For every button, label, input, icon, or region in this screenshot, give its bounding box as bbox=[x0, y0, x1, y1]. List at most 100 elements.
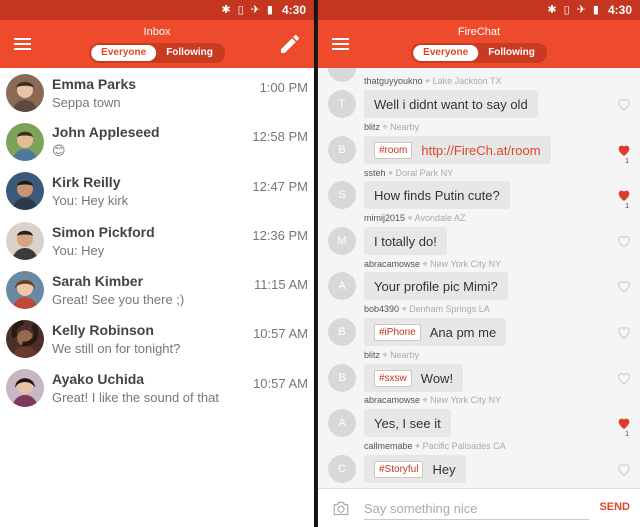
heart-outline-icon[interactable] bbox=[616, 278, 632, 294]
user-location: Nearby bbox=[390, 350, 420, 360]
message-text: I totally do! bbox=[374, 233, 437, 249]
tab-everyone[interactable]: Everyone bbox=[413, 45, 479, 61]
chat-feed: thatguyyoukno ⌖ Lake Jackson TX T Well i… bbox=[318, 68, 640, 488]
location-pin-icon: ⌖ bbox=[422, 395, 428, 405]
message-bubble[interactable]: Your profile pic Mimi? bbox=[364, 272, 508, 300]
conversation-row[interactable]: Kirk Reilly You: Hey kirk 12:47 PM bbox=[0, 167, 314, 216]
message-text: Hey bbox=[432, 461, 456, 477]
conversation-row[interactable]: Simon Pickford You: Hey 12:36 PM bbox=[0, 216, 314, 265]
message-bubble[interactable]: #sxsw Wow! bbox=[364, 364, 464, 392]
avatar bbox=[6, 73, 44, 112]
message-bubble[interactable]: Yes, I see it bbox=[364, 409, 451, 437]
battery-icon: ▮ bbox=[592, 3, 599, 16]
contact-name: Kelly Robinson bbox=[52, 322, 154, 339]
location-pin-icon: ⌖ bbox=[425, 76, 431, 86]
message-preview: 😊 bbox=[52, 143, 66, 159]
message-text: Wow! bbox=[420, 370, 454, 386]
hashtag[interactable]: #iPhone bbox=[374, 323, 421, 341]
send-button[interactable]: SEND bbox=[599, 501, 630, 513]
contact-name: Ayako Uchida bbox=[52, 371, 145, 388]
user-location: Doral Park NY bbox=[395, 168, 454, 178]
location-pin-icon: ⌖ bbox=[407, 213, 413, 223]
hashtag[interactable]: #sxsw bbox=[374, 369, 412, 387]
location-pin-icon: ⌖ bbox=[401, 304, 407, 314]
hashtag[interactable]: #room bbox=[374, 141, 413, 159]
user-location: Lake Jackson TX bbox=[432, 76, 502, 86]
conversation-list: Emma Parks Seppa town 1:00 PM John Apple… bbox=[0, 68, 314, 413]
camera-icon[interactable] bbox=[332, 501, 350, 516]
inbox-app-bar: Inbox Everyone Following bbox=[0, 20, 314, 68]
heart-outline-icon[interactable] bbox=[616, 96, 632, 112]
user-avatar: A bbox=[328, 409, 356, 437]
avatar bbox=[6, 221, 44, 260]
heart-outline-icon[interactable] bbox=[616, 233, 632, 249]
username: abracamowse bbox=[364, 395, 421, 405]
airplane-icon: ✈ bbox=[576, 3, 586, 16]
location-pin-icon: ⌖ bbox=[382, 350, 388, 360]
message-text: How finds Putin cute? bbox=[374, 187, 500, 203]
message-meta: abracamowse ⌖ New York City NY bbox=[364, 395, 501, 406]
contact-name: Sarah Kimber bbox=[52, 272, 144, 289]
message-bubble[interactable]: Well i didnt want to say old bbox=[364, 90, 538, 118]
user-avatar: B bbox=[328, 318, 356, 346]
conversation-row[interactable]: Emma Parks Seppa town 1:00 PM bbox=[0, 68, 314, 117]
inbox-title: Inbox bbox=[143, 26, 171, 38]
message-meta: blitz ⌖ Nearby bbox=[364, 350, 419, 361]
message-bubble[interactable]: #Storyful Hey bbox=[364, 455, 466, 483]
tab-following[interactable]: Following bbox=[156, 45, 223, 61]
location-pin-icon: ⌖ bbox=[382, 122, 388, 132]
menu-icon[interactable] bbox=[332, 38, 349, 50]
message-text: Ana pm me bbox=[429, 324, 497, 340]
message-input[interactable] bbox=[364, 498, 589, 520]
message-preview: Seppa town bbox=[52, 94, 121, 110]
user-avatar: B bbox=[328, 136, 356, 164]
conversation-row[interactable]: Ayako Uchida Great! I like the sound of … bbox=[0, 364, 314, 413]
message-text: Yes, I see it bbox=[374, 415, 441, 431]
tab-everyone[interactable]: Everyone bbox=[91, 45, 157, 61]
avatar bbox=[6, 320, 44, 359]
tab-following[interactable]: Following bbox=[478, 45, 545, 61]
user-avatar: A bbox=[328, 272, 356, 300]
conversation-row[interactable]: John Appleseed 😊 12:58 PM bbox=[0, 117, 314, 166]
inbox-filter-toggle: Everyone Following bbox=[89, 43, 225, 63]
message-preview: We still on for tonight? bbox=[52, 341, 181, 357]
menu-icon[interactable] bbox=[14, 38, 31, 50]
message-time: 10:57 AM bbox=[253, 326, 308, 342]
conversation-row[interactable]: Kelly Robinson We still on for tonight? … bbox=[0, 314, 314, 363]
conversation-row[interactable]: Sarah Kimber Great! See you there ;) 11:… bbox=[0, 265, 314, 314]
message-time: 12:58 PM bbox=[252, 129, 308, 145]
user-location: Avondale AZ bbox=[414, 213, 466, 223]
avatar bbox=[6, 122, 44, 161]
user-location: Nearby bbox=[390, 122, 420, 132]
heart-outline-icon[interactable] bbox=[616, 370, 632, 386]
heart-outline-icon[interactable] bbox=[616, 324, 632, 340]
like-count: 1 bbox=[625, 158, 629, 165]
heart-outline-icon[interactable] bbox=[616, 461, 632, 477]
message-bubble[interactable]: #room http://FireCh.at/room bbox=[364, 136, 551, 164]
message-bubble[interactable]: #iPhone Ana pm me bbox=[364, 318, 507, 346]
avatar bbox=[6, 369, 44, 408]
message-bubble[interactable]: How finds Putin cute? bbox=[364, 181, 510, 209]
compose-pencil-icon[interactable] bbox=[278, 32, 302, 56]
status-time: 4:30 bbox=[281, 3, 306, 17]
hashtag[interactable]: #Storyful bbox=[374, 460, 424, 478]
airplane-icon: ✈ bbox=[250, 3, 260, 16]
username: mimij2015 bbox=[364, 213, 406, 223]
username: bob4390 bbox=[364, 304, 400, 314]
username: callmemabe bbox=[364, 441, 413, 451]
message-meta: ssteh ⌖ Doral Park NY bbox=[364, 168, 453, 179]
message-preview: You: Hey bbox=[52, 242, 105, 258]
contact-name: Emma Parks bbox=[52, 75, 137, 92]
battery-icon: ▮ bbox=[266, 3, 273, 16]
heart-filled-icon[interactable] bbox=[616, 415, 632, 431]
user-avatar: C bbox=[328, 455, 356, 483]
message-link[interactable]: http://FireCh.at/room bbox=[421, 143, 540, 158]
like-count: 1 bbox=[625, 203, 629, 210]
avatar bbox=[6, 270, 44, 309]
message-bubble[interactable]: I totally do! bbox=[364, 227, 447, 255]
heart-filled-icon[interactable] bbox=[616, 142, 632, 158]
location-pin-icon: ⌖ bbox=[415, 441, 421, 451]
message-composer: SEND bbox=[318, 488, 640, 527]
heart-filled-icon[interactable] bbox=[616, 187, 632, 203]
message-time: 11:15 AM bbox=[254, 277, 308, 293]
